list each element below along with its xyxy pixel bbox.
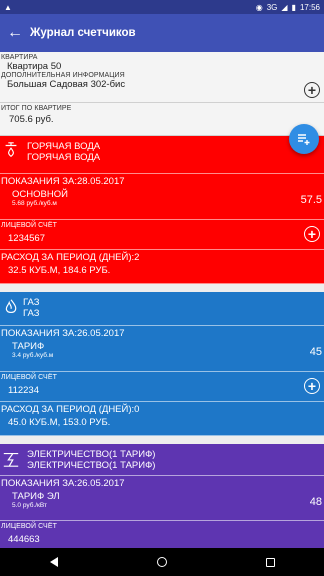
meter-reading: 48 [309,496,322,508]
status-bar: ▲ ◉ 3G ◢ ▮ 17:56 [0,0,324,14]
back-arrow-icon[interactable]: ← [0,14,30,52]
signal-icon: ◢ [281,2,288,12]
meter-journal-list[interactable]: КВАРТИРА Квартира 50 ДОПОЛНИТЕЛЬНАЯ ИНФО… [0,52,324,548]
page-title: Журнал счетчиков [30,27,136,39]
utility-subname: ГАЗ [23,308,40,319]
meter-reading: 57.5 [300,194,322,206]
nav-back-icon[interactable] [49,557,58,567]
utility-subname: ЭЛЕКТРИЧЕСТВО(1 ТАРИФ) [27,460,156,471]
usage-period-label: РАСХОД ЗА ПЕРИОД (ДНЕЙ):2 [1,252,140,263]
apartment-total: 705.6 руб. [9,114,54,125]
water-tap-icon [5,142,17,158]
nav-home-icon[interactable] [156,557,167,567]
readings-date-label: ПОКАЗАНИЯ ЗА:28.05.2017 [1,176,125,187]
card-gap [0,284,324,292]
extra-info-label: ДОПОЛНИТЕЛЬНАЯ ИНФОРМАЦИЯ [1,72,125,79]
tariff-name: ОСНОВНОЙ [12,189,68,200]
utility-name: ЭЛЕКТРИЧЕСТВО(1 ТАРИФ) [27,449,156,460]
location-icon: ◉ [255,2,263,12]
network-type: 3G [266,2,278,12]
apartment-name: Квартира 50 [7,61,62,72]
gas-flame-icon [5,299,17,313]
utility-name: ГАЗ [23,297,40,308]
tariff-rate: 3.4 руб./куб.м [12,352,54,359]
apartment-card: КВАРТИРА Квартира 50 ДОПОЛНИТЕЛЬНАЯ ИНФО… [0,52,324,136]
apartment-total-label: ИТОГ ПО КВАРТИРЕ [1,105,72,112]
nav-recents-icon[interactable] [265,557,275,567]
clock: 17:56 [299,2,320,12]
readings-date-label: ПОКАЗАНИЯ ЗА:26.05.2017 [1,478,125,489]
playlist-add-icon [298,134,310,145]
usage-summary: 32.5 КУБ.М, 184.6 РУБ. [8,265,111,276]
utility-subname: ГОРЯЧАЯ ВОДА [27,152,101,163]
usage-summary: 45.0 КУБ.М, 153.0 РУБ. [8,417,111,428]
readings-date-label: ПОКАЗАНИЯ ЗА:26.05.2017 [1,328,125,339]
account-number: 1234567 [8,233,45,244]
add-reading-button[interactable]: + [304,378,320,394]
tariff-rate: 5.68 руб./куб.м [12,200,57,207]
meter-reading: 45 [309,346,322,358]
add-entry-fab[interactable] [289,124,319,154]
add-reading-button[interactable]: + [304,226,320,242]
account-label: ЛИЦЕВОЙ СЧЁТ [1,523,57,530]
tariff-rate: 5.0 руб./кВт [12,502,47,509]
card-gap [0,436,324,444]
account-label: ЛИЦЕВОЙ СЧЁТ [1,222,57,229]
app-bar: ← Журнал счетчиков [0,14,324,52]
account-number: 444663 [8,534,40,545]
status-icons: ◉ 3G ◢ ▮ 17:56 [256,3,320,12]
utility-card-hot-water[interactable]: ГОРЯЧАЯ ВОДА ГОРЯЧАЯ ВОДА ПОКАЗАНИЯ ЗА:2… [0,136,324,284]
account-label: ЛИЦЕВОЙ СЧЁТ [1,374,57,381]
notification-icon: ▲ [4,2,12,12]
utility-card-electricity[interactable]: ЭЛЕКТРИЧЕСТВО(1 ТАРИФ) ЭЛЕКТРИЧЕСТВО(1 Т… [0,444,324,548]
battery-icon: ▮ [291,2,296,12]
utility-name: ГОРЯЧАЯ ВОДА [27,141,101,152]
apartment-address: Большая Садовая 302-бис [7,79,126,90]
utility-card-gas[interactable]: ГАЗ ГАЗ ПОКАЗАНИЯ ЗА:26.05.2017 ТАРИФ 3.… [0,292,324,436]
add-apartment-info-button[interactable]: + [304,82,320,98]
tariff-name: ТАРИФ [12,341,45,352]
tariff-name: ТАРИФ ЭЛ [12,491,60,502]
lightning-icon [3,453,19,467]
account-number: 112234 [8,385,39,396]
apartment-label: КВАРТИРА [1,54,38,61]
system-navigation-bar [0,548,324,576]
usage-period-label: РАСХОД ЗА ПЕРИОД (ДНЕЙ):0 [1,404,140,415]
